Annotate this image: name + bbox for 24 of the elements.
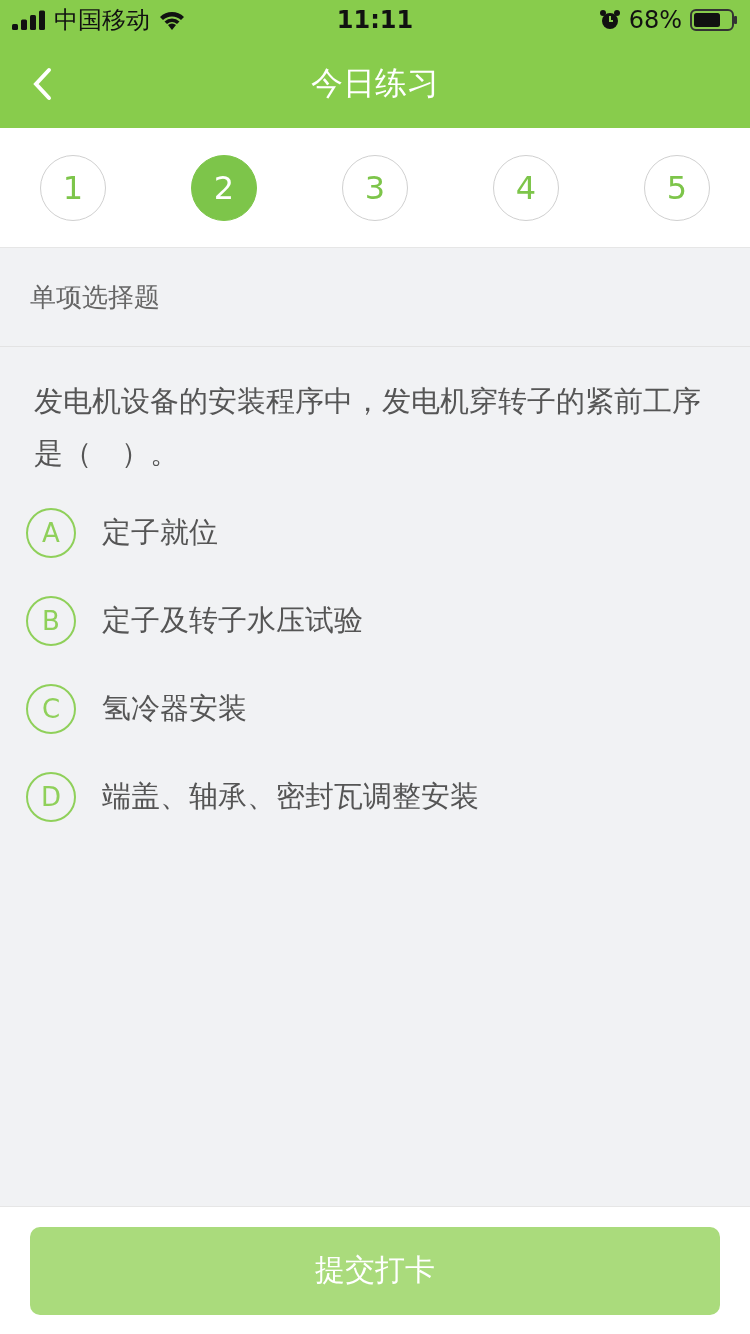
section-title: 单项选择题	[30, 280, 160, 314]
option-text[interactable]: 端盖、轴承、密封瓦调整安装	[102, 777, 479, 817]
question-number-tab[interactable]: 1	[40, 154, 106, 221]
option-letter[interactable]: B	[26, 596, 76, 646]
option-text[interactable]: 氢冷器安装	[102, 689, 247, 729]
question-number-tab[interactable]: 4	[493, 154, 559, 221]
option-letter[interactable]: C	[26, 684, 76, 734]
option-text[interactable]: 定子及转子水压试验	[102, 601, 363, 641]
wifi-icon	[158, 9, 186, 31]
clock-time: 11:11	[336, 6, 414, 34]
question-number-tab[interactable]: 2	[191, 154, 257, 221]
page-title: 今日练习	[311, 63, 439, 104]
carrier-name: 中国移动	[54, 5, 150, 36]
question-number-tab[interactable]: 5	[644, 154, 710, 221]
option-letter[interactable]: D	[26, 772, 76, 822]
question-text: 发电机设备的安装程序中，发电机穿转子的紧前工序是（ ）。	[34, 383, 702, 472]
option-text[interactable]: 定子就位	[102, 513, 218, 553]
alarm-clock-icon	[598, 9, 621, 31]
signal-icon	[12, 10, 46, 30]
back-chevron-icon	[32, 67, 52, 101]
option-letter[interactable]: A	[26, 508, 76, 558]
battery-icon	[690, 9, 738, 31]
question-number-tab[interactable]: 3	[342, 154, 408, 221]
battery-percent: 68%	[628, 6, 682, 34]
